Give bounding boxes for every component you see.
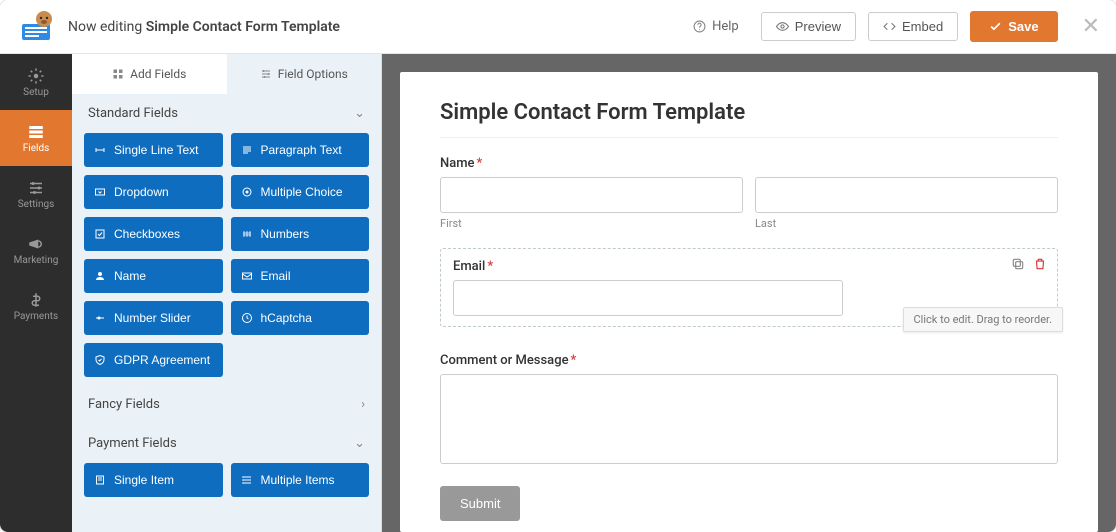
- edit-tooltip: Click to edit. Drag to reorder.: [903, 307, 1063, 332]
- form-title: Simple Contact Form Template: [440, 100, 1058, 125]
- comment-textarea[interactable]: [440, 374, 1058, 464]
- first-sublabel: First: [440, 217, 743, 230]
- options-icon: [260, 68, 272, 80]
- submit-button[interactable]: Submit: [440, 486, 520, 521]
- field-type-multiple-items[interactable]: Multiple Items: [231, 463, 370, 497]
- field-icon: [241, 228, 253, 240]
- help-link[interactable]: Help: [683, 13, 749, 40]
- field-icon: [94, 474, 106, 486]
- chevron-down-icon: ⌄: [354, 436, 365, 451]
- field-icon: [94, 270, 106, 282]
- section-fancy-fields[interactable]: Fancy Fields ›: [72, 385, 381, 424]
- name-label: Name*: [440, 156, 1058, 171]
- field-icon: [241, 312, 253, 324]
- last-name-input[interactable]: [755, 177, 1058, 213]
- email-input[interactable]: [453, 280, 843, 316]
- tab-add-fields[interactable]: Add Fields: [72, 54, 227, 94]
- eye-icon: [776, 20, 789, 33]
- field-type-dropdown[interactable]: Dropdown: [84, 175, 223, 209]
- topbar: Now editing Simple Contact Form Template…: [0, 0, 1116, 54]
- code-icon: [883, 20, 896, 33]
- close-icon[interactable]: ✕: [1082, 14, 1100, 39]
- field-type-numbers[interactable]: Numbers: [231, 217, 370, 251]
- field-comment[interactable]: Comment or Message*: [440, 353, 1058, 468]
- field-icon: [94, 312, 106, 324]
- field-icon: [94, 186, 106, 198]
- check-icon: [989, 20, 1002, 33]
- chevron-down-icon: ⌄: [354, 106, 365, 121]
- field-icon: [94, 354, 106, 366]
- email-label: Email*: [453, 259, 1045, 274]
- field-icon: [241, 186, 253, 198]
- dollar-icon: [27, 291, 45, 309]
- sidenav-payments[interactable]: Payments: [0, 278, 72, 334]
- field-type-hcaptcha[interactable]: hCaptcha: [231, 301, 370, 335]
- comment-label: Comment or Message*: [440, 353, 1058, 368]
- help-icon: [693, 20, 706, 33]
- last-sublabel: Last: [755, 217, 1058, 230]
- field-icon: [241, 474, 253, 486]
- field-type-single-line-text[interactable]: Single Line Text: [84, 133, 223, 167]
- sidenav-settings[interactable]: Settings: [0, 166, 72, 222]
- fields-icon: [27, 123, 45, 141]
- megaphone-icon: [27, 235, 45, 253]
- gear-icon: [27, 67, 45, 85]
- first-name-input[interactable]: [440, 177, 743, 213]
- sliders-icon: [27, 179, 45, 197]
- fields-panel: Add Fields Field Options Standard Fields…: [72, 54, 382, 532]
- field-email[interactable]: Email* Click to edit. Drag to reorder.: [440, 248, 1058, 327]
- field-icon: [241, 270, 253, 282]
- sidenav-fields[interactable]: Fields: [0, 110, 72, 166]
- chevron-right-icon: ›: [361, 397, 365, 412]
- field-type-paragraph-text[interactable]: Paragraph Text: [231, 133, 370, 167]
- section-standard-fields[interactable]: Standard Fields ⌄: [72, 94, 381, 133]
- field-type-number-slider[interactable]: Number Slider: [84, 301, 223, 335]
- trash-icon[interactable]: [1033, 257, 1047, 271]
- tab-field-options[interactable]: Field Options: [227, 54, 382, 94]
- sidenav-marketing[interactable]: Marketing: [0, 222, 72, 278]
- sidenav: Setup Fields Settings Marketing Payments: [0, 54, 72, 532]
- embed-button[interactable]: Embed: [868, 12, 958, 41]
- sidenav-setup[interactable]: Setup: [0, 54, 72, 110]
- preview-button[interactable]: Preview: [761, 12, 856, 41]
- save-button[interactable]: Save: [970, 11, 1057, 42]
- field-type-gdpr-agreement[interactable]: GDPR Agreement: [84, 343, 223, 377]
- field-type-multiple-choice[interactable]: Multiple Choice: [231, 175, 370, 209]
- editing-label: Now editing Simple Contact Form Template: [68, 19, 340, 35]
- grid-icon: [112, 68, 124, 80]
- field-name[interactable]: Name* First Last: [440, 156, 1058, 230]
- section-payment-fields[interactable]: Payment Fields ⌄: [72, 424, 381, 463]
- field-icon: [94, 144, 106, 156]
- field-type-checkboxes[interactable]: Checkboxes: [84, 217, 223, 251]
- form-canvas: Simple Contact Form Template Name* First…: [400, 72, 1098, 532]
- field-icon: [241, 144, 253, 156]
- field-type-email[interactable]: Email: [231, 259, 370, 293]
- field-icon: [94, 228, 106, 240]
- logo-icon: [16, 10, 56, 44]
- field-type-name[interactable]: Name: [84, 259, 223, 293]
- field-type-single-item[interactable]: Single Item: [84, 463, 223, 497]
- duplicate-icon[interactable]: [1011, 257, 1025, 271]
